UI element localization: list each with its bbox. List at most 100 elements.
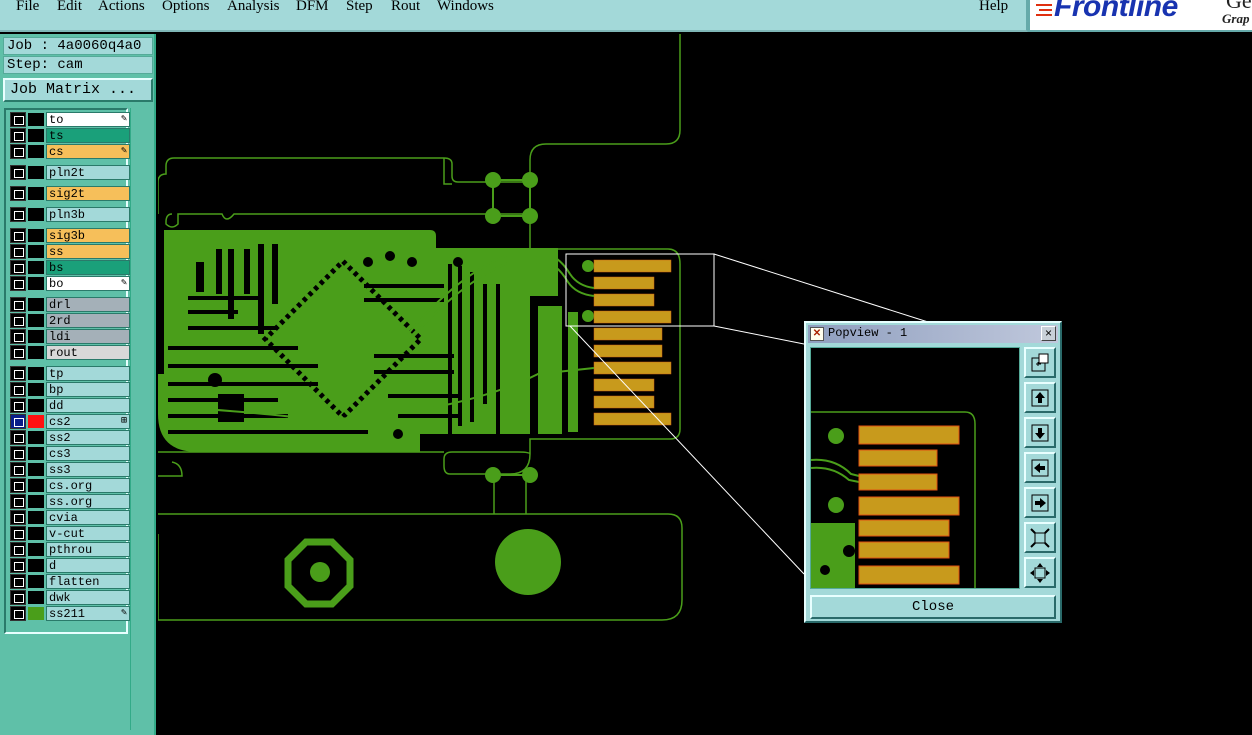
layer-checkbox[interactable] (10, 276, 26, 291)
layer-checkbox[interactable] (10, 542, 26, 557)
layer-checkbox[interactable] (10, 128, 26, 143)
layer-color-swatch[interactable] (28, 527, 44, 540)
layer-row-ss2[interactable]: ss2 (10, 430, 130, 445)
layer-color-swatch[interactable] (28, 314, 44, 327)
layer-row-2rd[interactable]: 2rd (10, 313, 130, 328)
menu-step[interactable]: Step (346, 0, 373, 15)
layer-label[interactable]: 2rd (46, 313, 130, 328)
layer-color-swatch[interactable] (28, 277, 44, 290)
layer-checkbox[interactable] (10, 478, 26, 493)
layer-row-dd[interactable]: dd (10, 398, 130, 413)
layer-checkbox[interactable] (10, 574, 26, 589)
layer-label[interactable]: ss.org (46, 494, 130, 509)
layer-row-bs[interactable]: bs (10, 260, 130, 275)
layer-checkbox[interactable] (10, 366, 26, 381)
layer-checkbox[interactable] (10, 297, 26, 312)
layer-row-ldi[interactable]: ldi (10, 329, 130, 344)
pan-left-button[interactable] (1024, 452, 1056, 483)
layer-label[interactable]: v-cut (46, 526, 130, 541)
layer-color-swatch[interactable] (28, 399, 44, 412)
layer-label[interactable]: pln3b (46, 207, 130, 222)
zoom-out-button[interactable] (1024, 522, 1056, 553)
layer-row-cs2[interactable]: cs2 ⊞ (10, 414, 130, 429)
layer-color-swatch[interactable] (28, 367, 44, 380)
layer-color-swatch[interactable] (28, 479, 44, 492)
layer-checkbox[interactable] (10, 430, 26, 445)
layer-label[interactable]: bs (46, 260, 130, 275)
layer-label[interactable]: bo ✎ (46, 276, 130, 291)
zoom-fit-button[interactable] (1024, 347, 1056, 378)
layer-row-cvia[interactable]: cvia (10, 510, 130, 525)
pan-up-button[interactable] (1024, 382, 1056, 413)
layer-checkbox[interactable] (10, 329, 26, 344)
popview-viewport[interactable] (810, 347, 1020, 589)
layer-row-drl[interactable]: drl (10, 297, 130, 312)
layer-checkbox[interactable] (10, 244, 26, 259)
layer-row-ts[interactable]: ts (10, 128, 130, 143)
layer-row-sig2t[interactable]: sig2t (10, 186, 130, 201)
layer-color-swatch[interactable] (28, 346, 44, 359)
menu-help[interactable]: Help (979, 0, 1008, 15)
layer-color-swatch[interactable] (28, 431, 44, 444)
layer-row-ss-org[interactable]: ss.org (10, 494, 130, 509)
menu-options[interactable]: Options (162, 0, 210, 15)
layer-label[interactable]: cs ✎ (46, 144, 130, 159)
layer-row-d[interactable]: d (10, 558, 130, 573)
layer-label[interactable]: flatten (46, 574, 130, 589)
layer-label[interactable]: sig2t (46, 186, 130, 201)
layer-label[interactable]: ss3 (46, 462, 130, 477)
layer-checkbox[interactable] (10, 494, 26, 509)
menu-edit[interactable]: Edit (57, 0, 82, 15)
layer-row-ss[interactable]: ss (10, 244, 130, 259)
layer-label[interactable]: pthrou (46, 542, 130, 557)
layer-row-cs-org[interactable]: cs.org (10, 478, 130, 493)
layer-color-swatch[interactable] (28, 330, 44, 343)
layer-color-swatch[interactable] (28, 129, 44, 142)
layer-checkbox[interactable] (10, 165, 26, 180)
layer-checkbox[interactable] (10, 260, 26, 275)
layer-row-ss3[interactable]: ss3 (10, 462, 130, 477)
menu-actions[interactable]: Actions (98, 0, 145, 15)
zoom-in-button[interactable] (1024, 557, 1056, 588)
layer-label[interactable]: dd (46, 398, 130, 413)
menu-rout[interactable]: Rout (391, 0, 420, 15)
layer-color-swatch[interactable] (28, 415, 44, 428)
layer-checkbox[interactable] (10, 382, 26, 397)
layer-row-bp[interactable]: bp (10, 382, 130, 397)
layer-label[interactable]: ldi (46, 329, 130, 344)
layer-color-swatch[interactable] (28, 298, 44, 311)
layer-label[interactable]: tp (46, 366, 130, 381)
layer-color-swatch[interactable] (28, 591, 44, 604)
layer-row-dwk[interactable]: dwk (10, 590, 130, 605)
layer-label[interactable]: ss2 (46, 430, 130, 445)
layer-label[interactable]: rout (46, 345, 130, 360)
layer-checkbox[interactable] (10, 590, 26, 605)
graphic-editor-canvas[interactable] (158, 34, 1252, 735)
layer-row-v-cut[interactable]: v-cut (10, 526, 130, 541)
layer-color-swatch[interactable] (28, 463, 44, 476)
layer-label[interactable]: pln2t (46, 165, 130, 180)
layer-color-swatch[interactable] (28, 245, 44, 258)
layer-label[interactable]: to ✎ (46, 112, 130, 127)
layer-color-swatch[interactable] (28, 229, 44, 242)
layer-checkbox[interactable] (10, 446, 26, 461)
layer-color-swatch[interactable] (28, 208, 44, 221)
layer-row-cs3[interactable]: cs3 (10, 446, 130, 461)
layer-row-rout[interactable]: rout (10, 345, 130, 360)
layer-row-cs[interactable]: cs ✎ (10, 144, 130, 159)
layer-color-swatch[interactable] (28, 261, 44, 274)
popview-titlebar[interactable]: ✕ Popview - 1 × (808, 325, 1058, 343)
layer-row-pthrou[interactable]: pthrou (10, 542, 130, 557)
layer-label[interactable]: bp (46, 382, 130, 397)
layer-label[interactable]: drl (46, 297, 130, 312)
job-matrix-button[interactable]: Job Matrix ... (3, 78, 153, 102)
layer-color-swatch[interactable] (28, 543, 44, 556)
layer-label[interactable]: sig3b (46, 228, 130, 243)
layer-label[interactable]: cs.org (46, 478, 130, 493)
layer-checkbox[interactable] (10, 112, 26, 127)
layer-checkbox[interactable] (10, 558, 26, 573)
layer-checkbox[interactable] (10, 414, 26, 429)
layer-checkbox[interactable] (10, 345, 26, 360)
menu-file[interactable]: File (16, 0, 39, 15)
layer-row-to[interactable]: to ✎ (10, 112, 130, 127)
